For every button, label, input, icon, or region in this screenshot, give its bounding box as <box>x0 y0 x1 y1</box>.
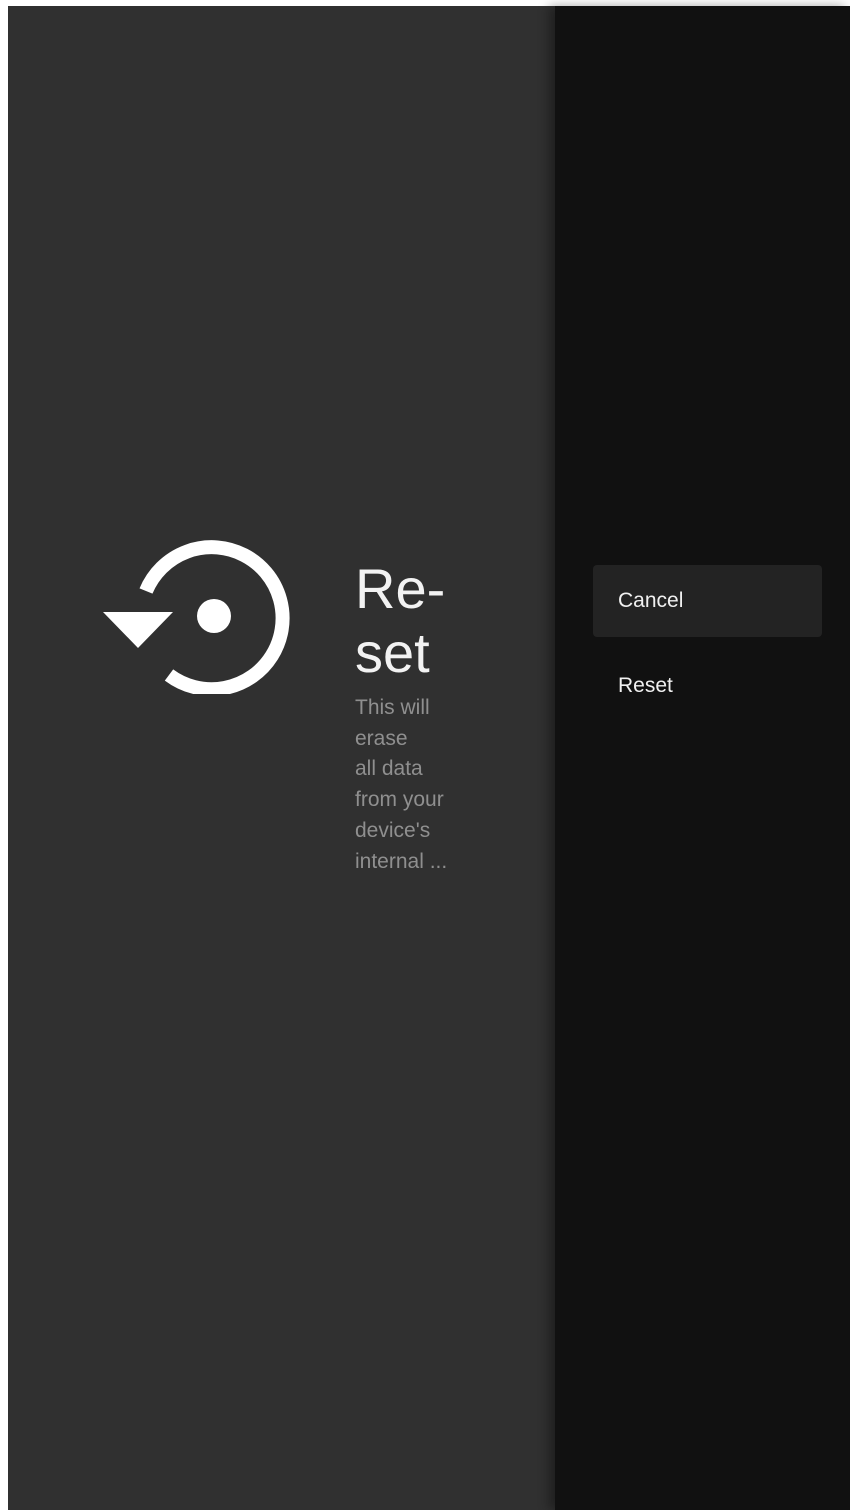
reset-icon <box>103 540 290 694</box>
page-title: Re- set <box>355 557 446 684</box>
title-block: Re- set This will erase all data from yo… <box>355 557 495 877</box>
guided-step-screen: Re- set This will erase all data from yo… <box>8 6 850 1510</box>
guidance-pane: Re- set This will erase all data from yo… <box>8 6 555 1510</box>
reset-button[interactable]: Reset <box>593 650 822 722</box>
action-list: Cancel Reset <box>593 565 822 735</box>
cancel-button[interactable]: Cancel <box>593 565 822 637</box>
actions-pane: Cancel Reset <box>555 6 850 1510</box>
page-description: This will erase all data from your devic… <box>355 696 448 873</box>
